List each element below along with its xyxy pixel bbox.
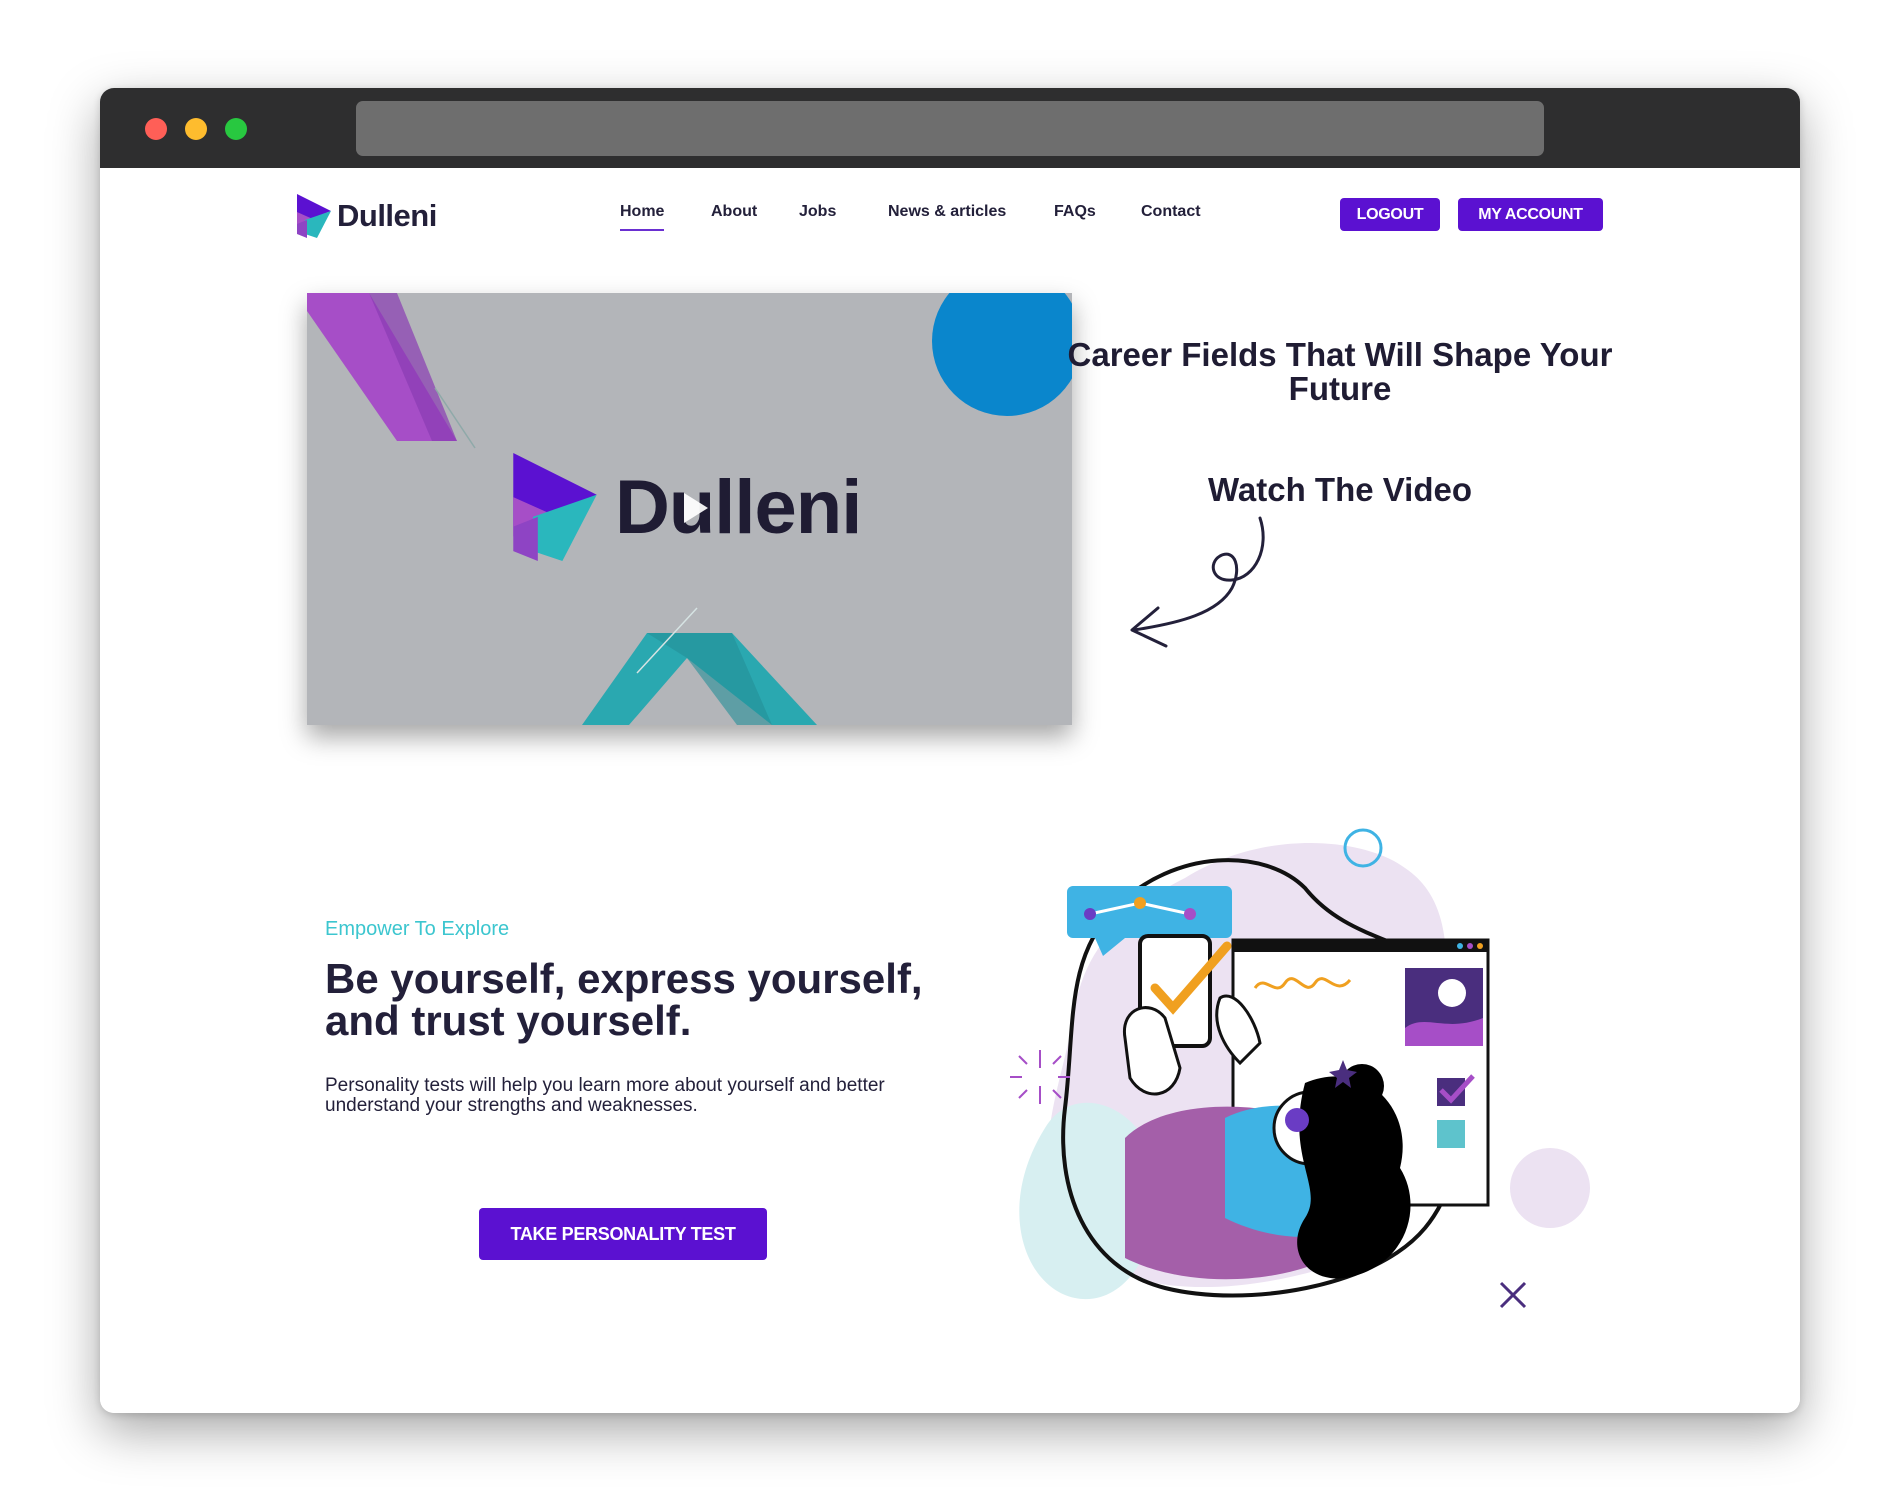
video-logo-mark-icon [513, 453, 597, 561]
nav-about[interactable]: About [711, 203, 757, 221]
address-bar[interactable] [356, 101, 1544, 156]
curly-arrow-icon [1130, 516, 1265, 648]
logo-mark-icon [297, 194, 331, 238]
browser-window: Dulleni Home About Jobs News & articles … [100, 88, 1800, 1413]
watch-video-heading: Watch The Video [1207, 471, 1473, 508]
page: Dulleni Home About Jobs News & articles … [100, 168, 1800, 1413]
take-personality-test-button[interactable]: TAKE PERSONALITY TEST [479, 1208, 767, 1260]
section-body: Personality tests will help you learn mo… [325, 1075, 885, 1116]
nav-jobs[interactable]: Jobs [799, 203, 836, 221]
logo-text: Dulleni [337, 198, 437, 233]
minimize-window-button[interactable] [185, 118, 207, 140]
section-eyebrow: Empower To Explore [325, 918, 510, 940]
maximize-window-button[interactable] [225, 118, 247, 140]
my-account-button[interactable]: MY ACCOUNT [1458, 198, 1603, 231]
hero-title: Career Fields That Will Shape Your Futur… [1067, 336, 1613, 407]
site-logo[interactable]: Dulleni [297, 193, 437, 239]
intro-video-player[interactable]: Dulleni [307, 293, 1072, 725]
play-icon[interactable] [682, 491, 710, 525]
nav-contact[interactable]: Contact [1141, 203, 1201, 221]
browser-titlebar [100, 88, 1800, 168]
video-brand-text: Dulleni [615, 464, 862, 550]
nav-news-articles[interactable]: News & articles [888, 203, 1006, 221]
nav-home[interactable]: Home [620, 203, 665, 231]
nav-faqs[interactable]: FAQs [1054, 203, 1096, 221]
section-headline: Be yourself, express yourself, and trust… [325, 955, 923, 1044]
personality-test-illustration [1010, 828, 1590, 1309]
logout-button[interactable]: LOGOUT [1340, 198, 1440, 231]
close-window-button[interactable] [145, 118, 167, 140]
